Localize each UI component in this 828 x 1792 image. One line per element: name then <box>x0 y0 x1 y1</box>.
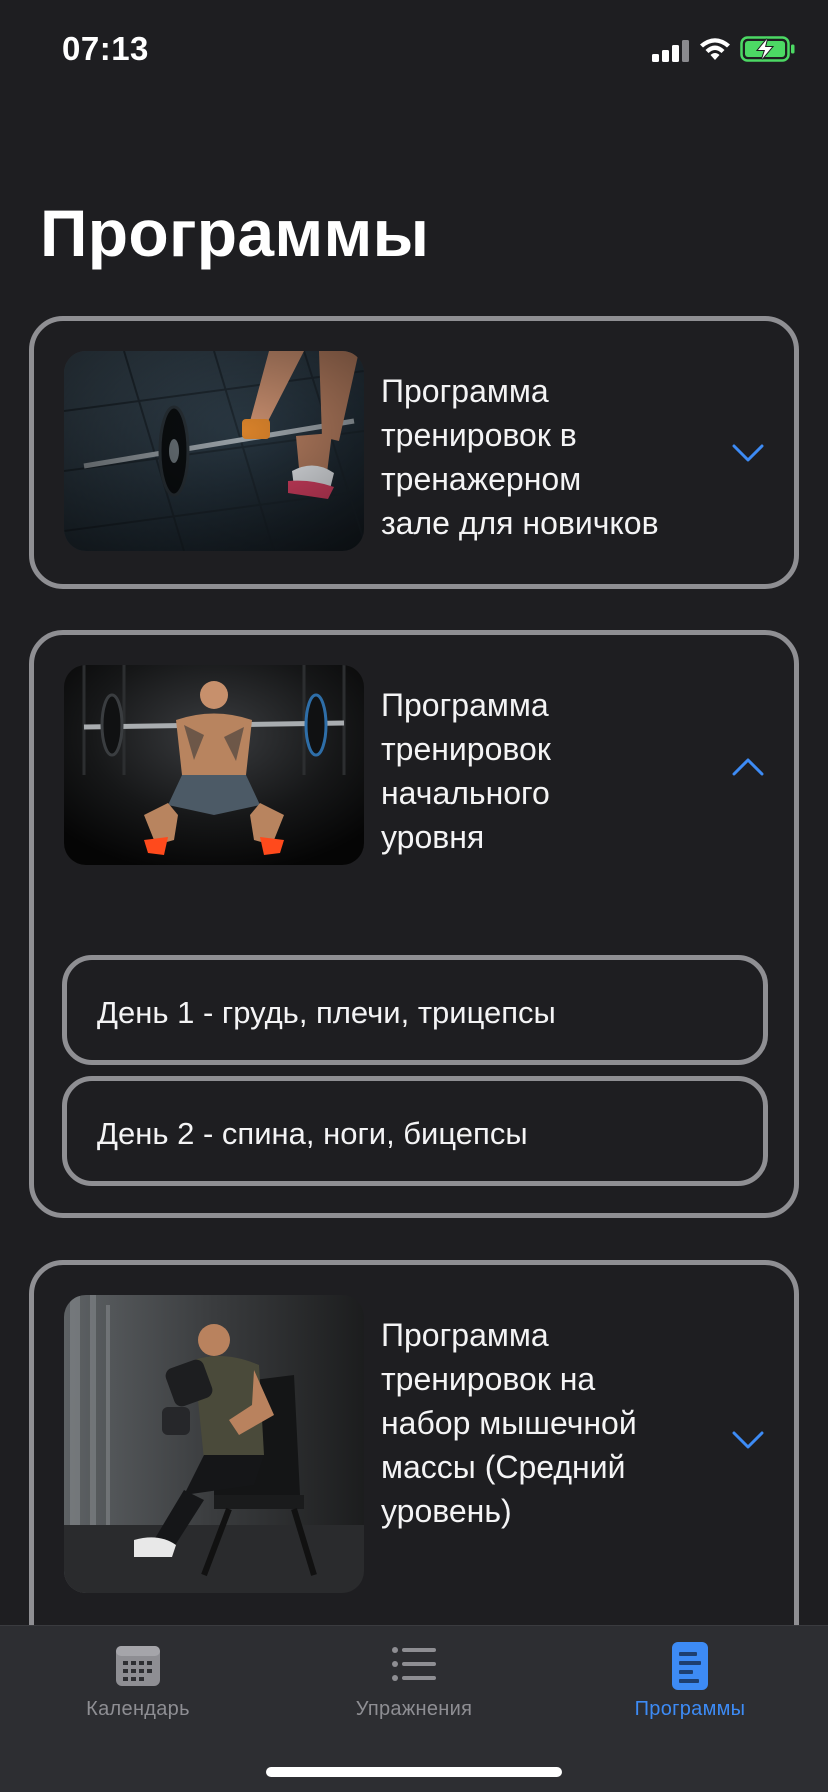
tab-label: Календарь <box>86 1698 190 1720</box>
status-bar: 07:13 <box>0 0 828 100</box>
list-icon <box>392 1647 436 1681</box>
tab-calendar[interactable]: Календарь <box>0 1626 276 1746</box>
program-card-expanded[interactable]: Программа тренировок начального уровня Д… <box>29 630 799 1218</box>
battery-charging-icon <box>740 36 795 62</box>
page-title: Программы <box>40 196 430 270</box>
program-title: Программа тренировок начального уровня <box>381 687 551 855</box>
dumbbell-curl-photo <box>64 1295 364 1593</box>
day-item[interactable]: День 1 - грудь, плечи, трицепсы <box>62 955 768 1065</box>
cellular-signal-icon <box>652 38 690 62</box>
wifi-icon <box>700 38 730 60</box>
programs-screen: 07:13 Программы Программа тренировок в т… <box>0 0 828 1792</box>
document-icon <box>672 1642 708 1690</box>
tab-label: Программы <box>634 1698 746 1720</box>
chevron-up-icon[interactable] <box>731 756 765 778</box>
status-time: 07:13 <box>62 30 149 67</box>
program-title: Программа тренировок в тренажерном зале … <box>381 373 659 541</box>
day-label: День 2 - спина, ноги, бицепсы <box>97 1116 528 1151</box>
chevron-down-icon[interactable] <box>731 1429 765 1451</box>
day-label: День 1 - грудь, плечи, трицепсы <box>97 995 556 1030</box>
program-card[interactable]: Программа тренировок на набор мышечной м… <box>29 1260 799 1680</box>
tab-label: Упражнения <box>355 1698 473 1720</box>
program-card[interactable]: Программа тренировок в тренажерном зале … <box>29 316 799 589</box>
tab-programs[interactable]: Программы <box>552 1626 828 1746</box>
chevron-down-icon[interactable] <box>731 442 765 464</box>
barbell-deadlift-photo <box>64 351 364 551</box>
tab-exercises[interactable]: Упражнения <box>276 1626 552 1746</box>
home-indicator[interactable] <box>266 1767 562 1777</box>
program-title: Программа тренировок на набор мышечной м… <box>381 1317 637 1529</box>
calendar-icon <box>116 1646 160 1686</box>
day-item[interactable]: День 2 - спина, ноги, бицепсы <box>62 1076 768 1186</box>
front-squat-photo <box>64 665 364 865</box>
